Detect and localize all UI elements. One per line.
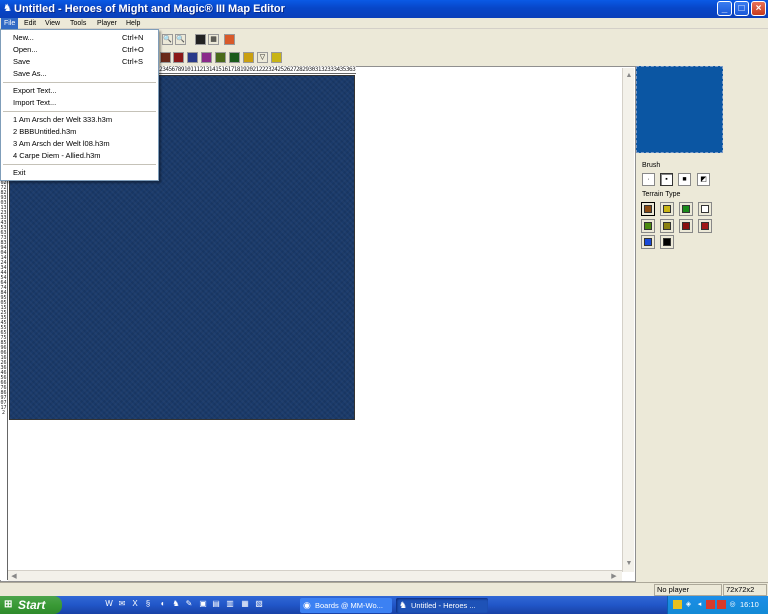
- app-icon[interactable]: ♞: [2, 3, 13, 14]
- app-launch-icon[interactable]: ▥: [225, 599, 235, 609]
- ruler-top: 1234567891011121314151617181920212223242…: [156, 66, 356, 74]
- zoom-in-icon[interactable]: 🔍: [162, 34, 173, 45]
- menu-file[interactable]: File: [1, 18, 19, 29]
- tray-icon[interactable]: ◎: [728, 600, 737, 609]
- brush-4x4[interactable]: ■: [678, 173, 691, 186]
- artifact-tool-icon[interactable]: ▽: [257, 52, 268, 63]
- menu-exit[interactable]: Exit: [1, 167, 158, 178]
- terrain-sand[interactable]: [660, 202, 674, 216]
- erase-tool-icon[interactable]: [201, 52, 212, 63]
- horizontal-scrollbar[interactable]: ◀ ▶: [8, 570, 622, 581]
- tray-icon[interactable]: [673, 600, 682, 609]
- terrain-rock[interactable]: [660, 235, 674, 249]
- status-player: No player: [654, 584, 722, 596]
- menu-open[interactable]: Open... Ctrl+O: [1, 44, 158, 55]
- menu-import-text[interactable]: Import Text...: [1, 97, 158, 108]
- hero-tool-icon[interactable]: [243, 52, 254, 63]
- menu-save[interactable]: Save Ctrl+S: [1, 56, 158, 67]
- outlook-icon[interactable]: ✉: [117, 599, 127, 609]
- terrain-subterranean[interactable]: [679, 219, 693, 233]
- browser-icon[interactable]: ◐: [158, 599, 168, 609]
- close-button[interactable]: ×: [751, 1, 766, 16]
- minimap[interactable]: [636, 66, 723, 153]
- menu-bar: File Edit View Tools Player Help: [0, 18, 768, 29]
- menu-separator: [3, 111, 156, 112]
- app-launch-icon[interactable]: ▤: [211, 599, 221, 609]
- task-boards[interactable]: ◉ Boards @ MM-Wo...: [300, 598, 392, 613]
- menu-new[interactable]: New... Ctrl+N: [1, 32, 158, 43]
- brush-label: Brush: [642, 162, 661, 169]
- taskbar: ⊞ Start W ✉ X § ◐ ♞ ✎ ▣ ▤ ▥ ▦ ▧ ◉ Boards @…: [0, 596, 768, 614]
- brush-1x1[interactable]: ·: [642, 173, 655, 186]
- terrain-lava[interactable]: [698, 219, 712, 233]
- word-icon[interactable]: W: [104, 599, 114, 609]
- menu-recent-3[interactable]: 3 Am Arsch der Welt l08.h3m: [1, 138, 158, 149]
- grid-toggle-icon[interactable]: ▦: [208, 34, 219, 45]
- menu-separator: [3, 164, 156, 165]
- terrain-swamp[interactable]: [641, 219, 655, 233]
- windows-logo-icon: ⊞: [4, 599, 13, 610]
- river-tool-icon[interactable]: [173, 52, 184, 63]
- vertical-scrollbar[interactable]: ▲ ▼: [622, 68, 634, 572]
- game-icon[interactable]: ♞: [171, 599, 181, 609]
- quicklaunch-icon[interactable]: §: [143, 599, 153, 609]
- excel-icon[interactable]: X: [130, 599, 140, 609]
- menu-help[interactable]: Help: [123, 18, 143, 29]
- brush-fill[interactable]: ◩: [697, 173, 710, 186]
- menu-recent-4[interactable]: 4 Carpe Diem - Allied.h3m: [1, 150, 158, 161]
- terrain-rough[interactable]: [660, 219, 674, 233]
- road-tool-icon[interactable]: [187, 52, 198, 63]
- terrain-grass[interactable]: [679, 202, 693, 216]
- scroll-left-icon[interactable]: ◀: [8, 571, 20, 582]
- town-tool-icon[interactable]: [215, 52, 226, 63]
- menu-separator: [3, 82, 156, 83]
- monster-tool-icon[interactable]: [229, 52, 240, 63]
- underground-toggle-icon[interactable]: [195, 34, 206, 45]
- menu-export-text[interactable]: Export Text...: [1, 85, 158, 96]
- desktop-icon[interactable]: ▧: [254, 599, 264, 609]
- zoom-out-icon[interactable]: 🔍: [175, 34, 186, 45]
- status-bar: No player 72x72x2: [0, 582, 768, 596]
- status-map-size: 72x72x2: [723, 584, 767, 596]
- terrain-tool-icon[interactable]: [160, 52, 171, 63]
- app-launch-icon[interactable]: ▣: [198, 599, 208, 609]
- tool-icon[interactable]: ✎: [184, 599, 194, 609]
- scroll-right-icon[interactable]: ▶: [608, 571, 620, 582]
- menu-player[interactable]: Player: [94, 18, 120, 29]
- window-title: Untitled - Heroes of Might and Magic® II…: [14, 3, 285, 15]
- tray-icon[interactable]: [706, 600, 715, 609]
- app-icon: ♞: [399, 600, 408, 610]
- minimize-button[interactable]: _: [717, 1, 732, 16]
- system-tray: ◈ ◂ ◎ 16:10: [667, 596, 768, 614]
- file-menu-dropdown: New... Ctrl+N Open... Ctrl+O Save Ctrl+S Sa…: [0, 29, 159, 181]
- brush-2x2[interactable]: ▪: [660, 173, 673, 186]
- terrain-dirt[interactable]: [641, 202, 655, 216]
- task-map-editor[interactable]: ♞ Untitled - Heroes ...: [396, 598, 488, 613]
- menu-view[interactable]: View: [42, 18, 63, 29]
- menu-tools[interactable]: Tools: [67, 18, 89, 29]
- scroll-up-icon[interactable]: ▲: [623, 70, 635, 81]
- menu-save-as[interactable]: Save As...: [1, 68, 158, 79]
- browser-icon: ◉: [303, 600, 311, 610]
- volume-icon[interactable]: ◂: [695, 600, 704, 609]
- menu-recent-2[interactable]: 2 BBBUntitled.h3m: [1, 126, 158, 137]
- maximize-button[interactable]: □: [734, 1, 749, 16]
- passability-icon[interactable]: [224, 34, 235, 45]
- scroll-down-icon[interactable]: ▼: [623, 558, 635, 569]
- tray-icon[interactable]: [717, 600, 726, 609]
- terrain-snow[interactable]: [698, 202, 712, 216]
- terrain-type-label: Terrain Type: [642, 191, 681, 198]
- folder-icon[interactable]: ▦: [240, 599, 250, 609]
- network-icon[interactable]: ◈: [684, 600, 693, 609]
- treasure-tool-icon[interactable]: [271, 52, 282, 63]
- clock: 16:10: [740, 600, 759, 609]
- menu-edit[interactable]: Edit: [21, 18, 39, 29]
- menu-recent-1[interactable]: 1 Am Arsch der Welt 333.h3m: [1, 114, 158, 125]
- terrain-water[interactable]: [641, 235, 655, 249]
- title-bar[interactable]: ♞ Untitled - Heroes of Might and Magic® …: [0, 0, 768, 18]
- start-button[interactable]: ⊞ Start: [0, 596, 62, 614]
